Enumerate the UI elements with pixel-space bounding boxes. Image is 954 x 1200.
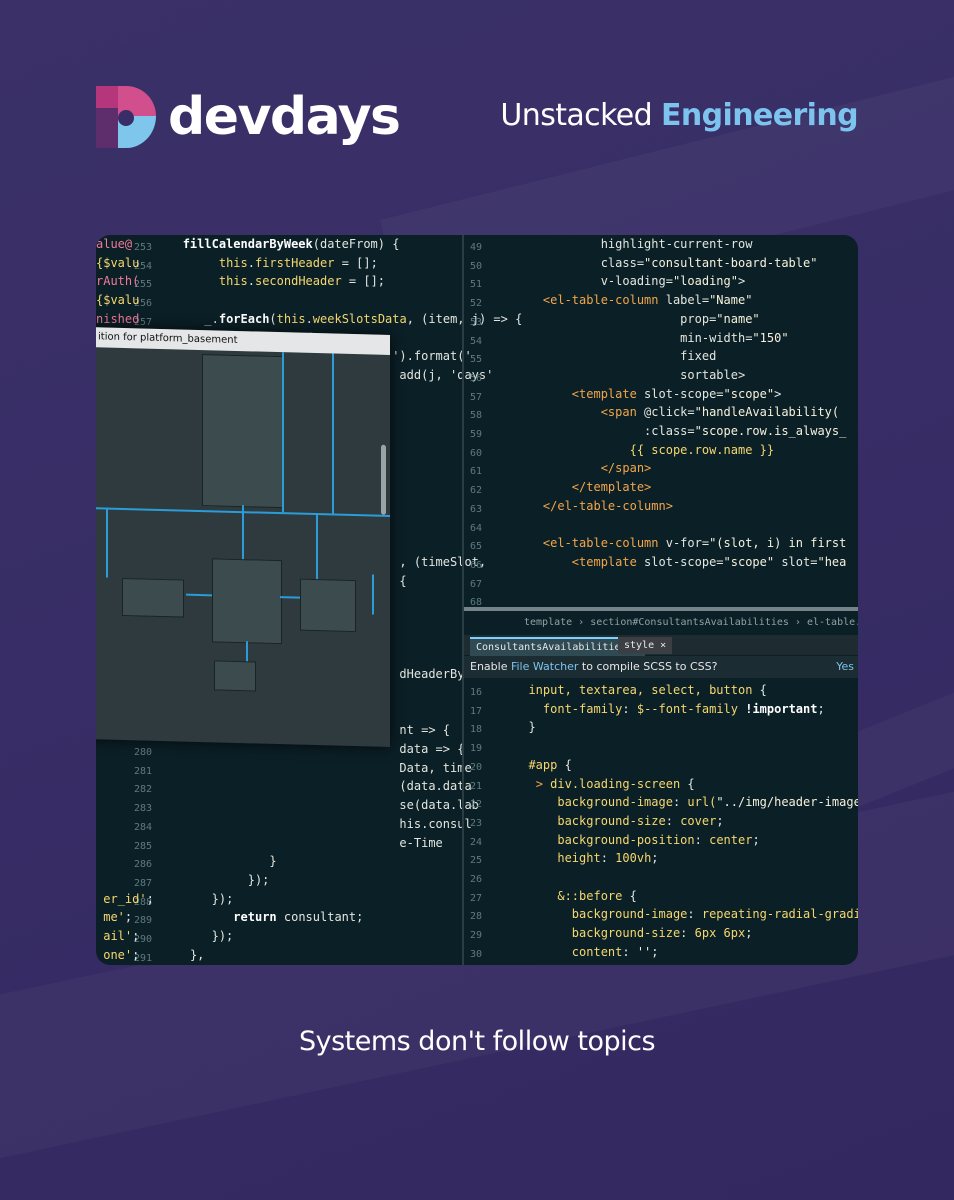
tab-style[interactable]: style × (618, 637, 673, 654)
logo-mark-icon (96, 86, 156, 148)
breadcrumb: template › section#ConsultantsAvailabili… (524, 617, 858, 628)
diagram-table (122, 577, 184, 618)
banner-text-pre: Enable (470, 660, 511, 673)
right-top-code-pane: highlight-current-row class="consultant-… (542, 237, 847, 569)
diagram-table (212, 558, 282, 645)
diagram-table (202, 354, 284, 509)
tagline-bold: Engineering (661, 98, 859, 133)
right-bottom-line-numbers: 16 17 18 19 20 21 22 23 24 25 26 27 28 2… (470, 687, 483, 960)
diagram-relation-line (242, 505, 244, 560)
pane-divider (462, 235, 464, 965)
diagram-relation-line (246, 641, 248, 662)
right-bottom-code-pane: input, textarea, select, button { font-f… (528, 683, 858, 959)
diagram-relation-line (186, 593, 212, 597)
database-diagram-window: ition for platform_basement (96, 327, 390, 747)
editor-split-bar[interactable] (464, 607, 858, 611)
brand-name: devdays (168, 87, 401, 147)
diagram-scrollbar[interactable] (381, 444, 386, 515)
file-watcher-banner: Enable File Watcher to compile SCSS to C… (464, 656, 858, 678)
caption: Systems don't follow topics (298, 1026, 656, 1057)
code-screen-photo: 253 254 255 256 257 258 259 260 261 262 … (96, 235, 858, 965)
editor-tabs: ConsultantsAvailabilities × style × (464, 635, 858, 656)
tagline: Unstacked Engineering (500, 98, 858, 133)
diagram-relation-line (316, 513, 318, 580)
diagram-relation-line (332, 353, 334, 514)
diagram-table (214, 660, 256, 692)
diagram-relation-line (372, 574, 374, 615)
diagram-relation-line (280, 596, 300, 599)
devdays-logo: devdays (96, 86, 401, 148)
right-top-line-numbers: 49 50 51 52 53 54 55 56 57 58 59 60 61 6… (470, 242, 483, 609)
banner-text-post: to compile SCSS to CSS? (578, 660, 718, 673)
tagline-light: Unstacked (500, 98, 653, 133)
banner-yes-link[interactable]: Yes (836, 656, 854, 678)
diagram-table (300, 578, 356, 633)
diagram-relation-line (106, 507, 108, 578)
banner-link[interactable]: File Watcher (511, 660, 578, 673)
diagram-relation-line (282, 352, 284, 513)
